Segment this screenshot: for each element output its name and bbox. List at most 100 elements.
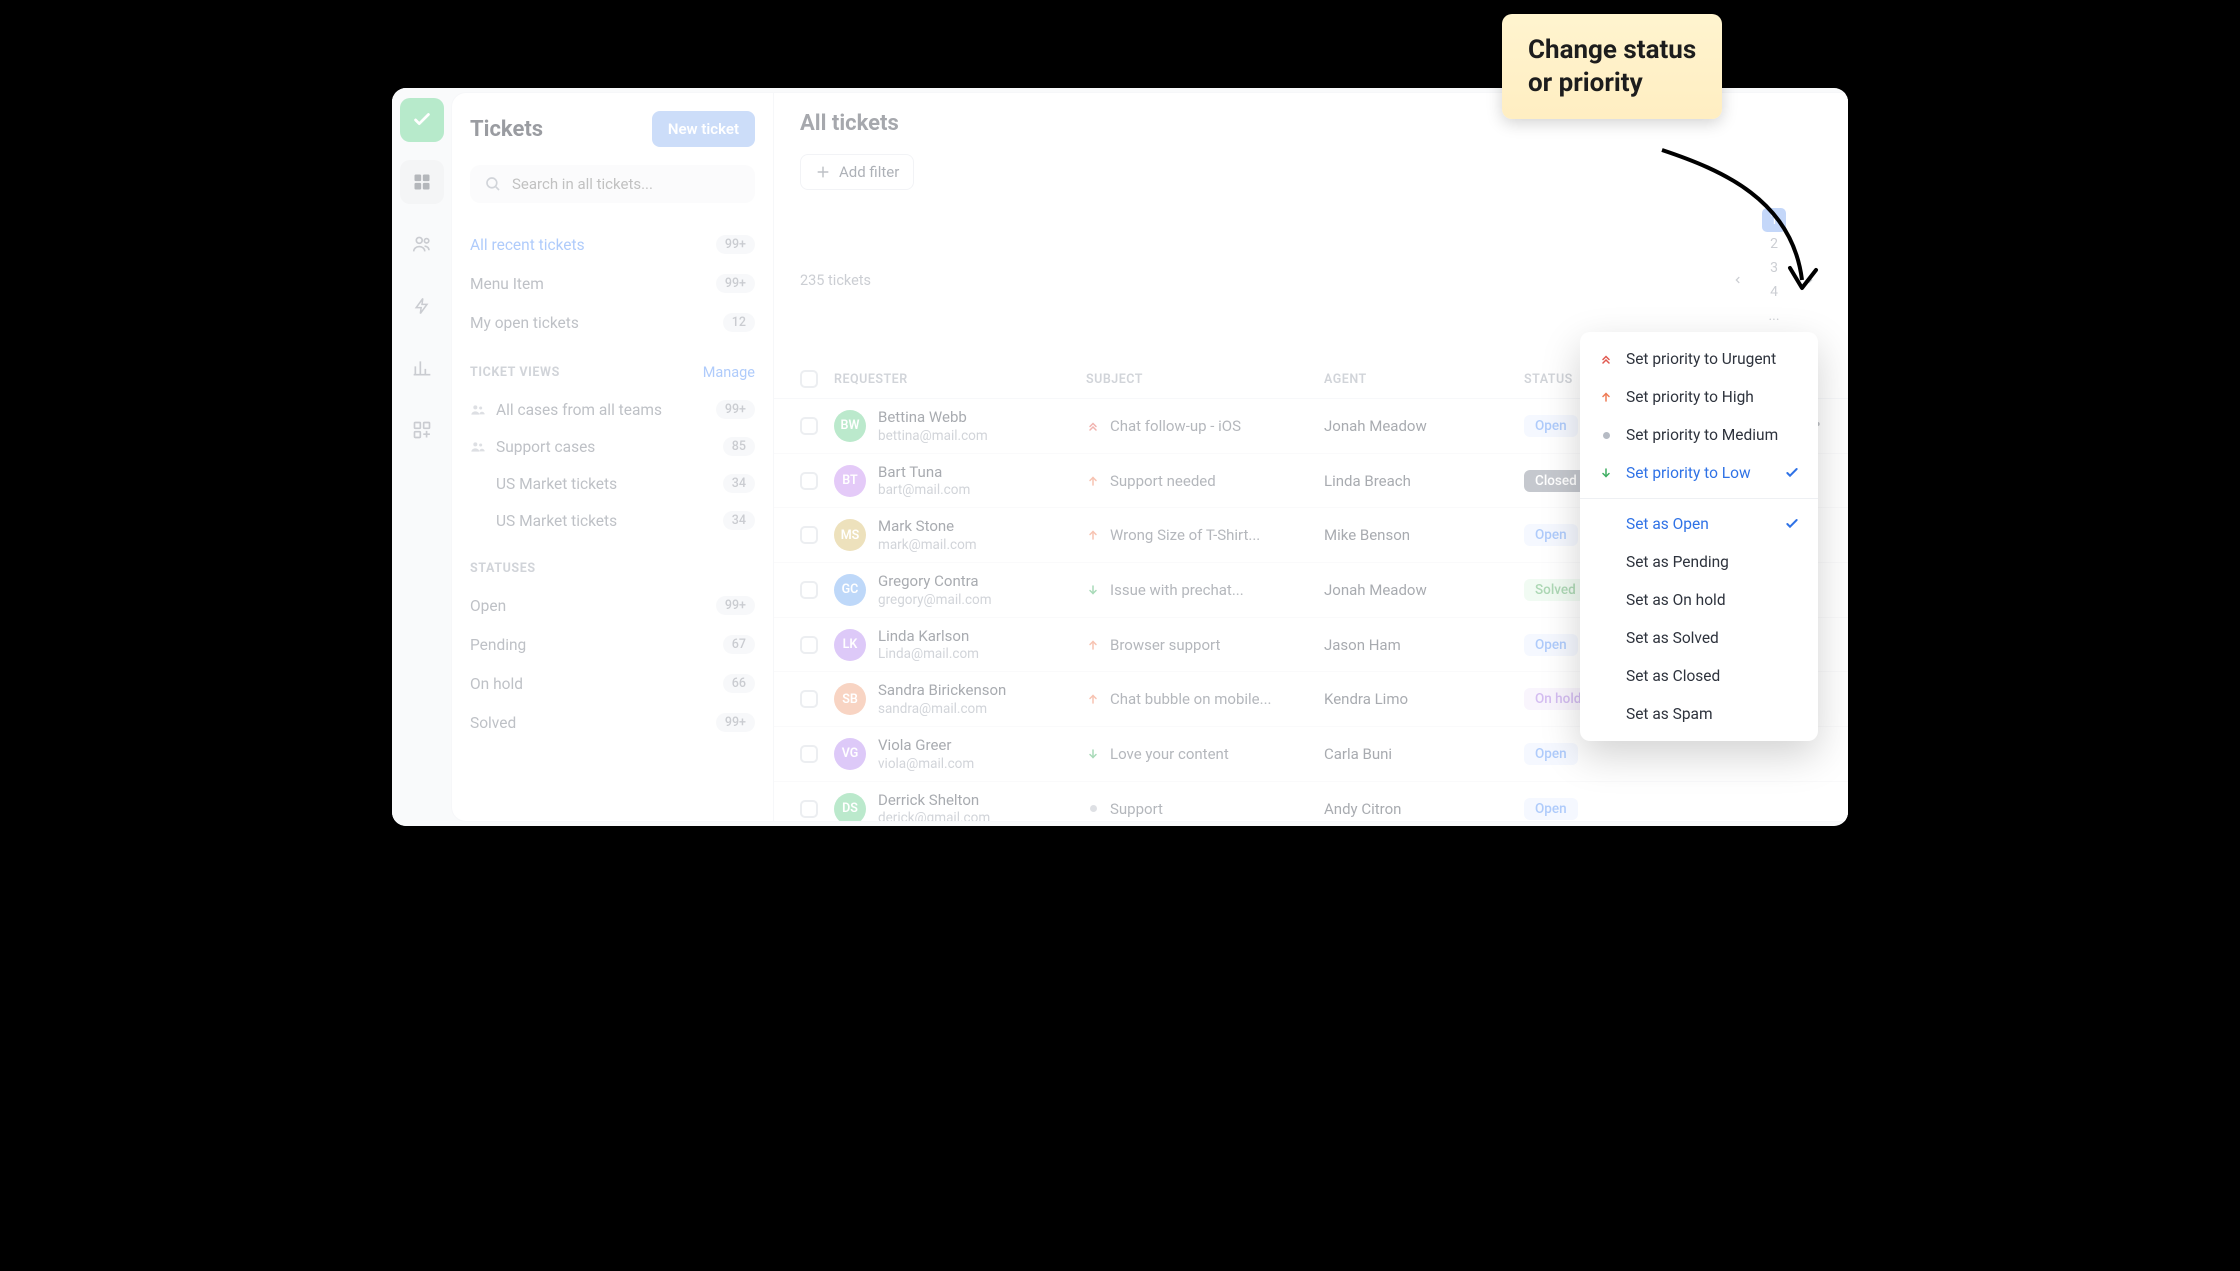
sidebar-status-item[interactable]: Open99+: [470, 586, 755, 625]
sidebar-status-item[interactable]: On hold66: [470, 664, 755, 703]
sidebar-status-item[interactable]: Pending67: [470, 625, 755, 664]
row-checkbox[interactable]: [800, 581, 818, 599]
avatar: LK: [834, 629, 866, 661]
menu-item-status[interactable]: Set as Spam: [1580, 695, 1818, 733]
select-all-checkbox[interactable]: [800, 370, 818, 388]
sidebar-nav-item[interactable]: My open tickets12: [470, 303, 755, 342]
team-icon: [470, 402, 486, 418]
count-badge: 85: [723, 437, 755, 456]
search-icon: [484, 175, 502, 193]
callout-arrow-icon: [1642, 140, 1832, 310]
agent-name: Jonah Meadow: [1324, 581, 1524, 599]
requester-email: mark@mail.com: [878, 537, 977, 553]
row-checkbox[interactable]: [800, 636, 818, 654]
header-requester[interactable]: REQUESTER: [834, 372, 1086, 387]
row-checkbox[interactable]: [800, 526, 818, 544]
rail-item-automations[interactable]: [400, 284, 444, 328]
requester-name: Sandra Birickenson: [878, 681, 1006, 701]
new-ticket-button[interactable]: New ticket: [652, 111, 755, 147]
menu-item-status[interactable]: Set as Closed: [1580, 657, 1818, 695]
header-subject[interactable]: SUBJECT: [1086, 372, 1324, 387]
add-filter-button[interactable]: Add filter: [800, 154, 914, 190]
sidebar-nav-item[interactable]: Menu Item99+: [470, 264, 755, 303]
ticket-count: 235 tickets: [800, 272, 871, 289]
row-checkbox[interactable]: [800, 472, 818, 490]
row-checkbox[interactable]: [800, 800, 818, 818]
views-section-title: TICKET VIEWS: [470, 365, 560, 380]
sidebar-view-item[interactable]: Support cases85: [470, 428, 755, 465]
menu-item-priority[interactable]: Set priority to Urugent: [1580, 340, 1818, 378]
menu-item-priority[interactable]: Set priority to High: [1580, 378, 1818, 416]
row-checkbox[interactable]: [800, 745, 818, 763]
rail-item-reports[interactable]: [400, 346, 444, 390]
priority-icon: [1598, 390, 1614, 404]
rail-item-dashboard[interactable]: [400, 160, 444, 204]
search-input[interactable]: [512, 175, 741, 193]
sidebar-status-item[interactable]: Solved99+: [470, 703, 755, 742]
rail-item-apps[interactable]: [400, 408, 444, 452]
rail-item-people[interactable]: [400, 222, 444, 266]
ticket-subject: Wrong Size of T-Shirt...: [1110, 526, 1260, 544]
count-badge: 99+: [716, 713, 755, 732]
menu-item-status[interactable]: Set as Solved: [1580, 619, 1818, 657]
menu-item-status[interactable]: Set as Open: [1580, 505, 1818, 543]
sidebar-view-item[interactable]: US Market tickets34: [470, 465, 755, 502]
requester-name: Viola Greer: [878, 736, 974, 756]
agent-name: Jason Ham: [1324, 636, 1524, 654]
sidebar-nav-item[interactable]: All recent tickets99+: [470, 225, 755, 264]
priority-icon: [1086, 419, 1100, 433]
check-icon: [1784, 516, 1800, 532]
menu-item-status[interactable]: Set as On hold: [1580, 581, 1818, 619]
requester-name: Gregory Contra: [878, 572, 992, 592]
ticket-row[interactable]: DS Derrick Shelton derick@gmail.com Supp…: [774, 782, 1848, 821]
requester-email: bart@mail.com: [878, 482, 970, 498]
requester-name: Mark Stone: [878, 517, 977, 537]
ticket-subject: Support needed: [1110, 472, 1216, 490]
manage-views-link[interactable]: Manage: [703, 364, 755, 381]
menu-item-status[interactable]: Set as Pending: [1580, 543, 1818, 581]
avatar: SB: [834, 683, 866, 715]
search-box[interactable]: [470, 165, 755, 203]
priority-icon: [1086, 747, 1100, 761]
count-badge: 66: [723, 674, 755, 693]
sidebar-view-item[interactable]: US Market tickets34: [470, 502, 755, 539]
count-badge: 34: [723, 511, 755, 530]
callout-tooltip: Change status or priority: [1502, 14, 1722, 119]
count-badge: 99+: [716, 235, 755, 254]
statuses-section-title: STATUSES: [470, 561, 536, 576]
ticket-subject: Issue with prechat...: [1110, 581, 1244, 599]
priority-icon: [1086, 474, 1100, 488]
status-badge: Open: [1524, 415, 1578, 437]
header-agent[interactable]: AGENT: [1324, 372, 1524, 387]
menu-item-priority[interactable]: Set priority to Low: [1580, 454, 1818, 492]
menu-item-priority[interactable]: Set priority to Medium: [1580, 416, 1818, 454]
status-badge: Open: [1524, 524, 1578, 546]
requester-name: Derrick Shelton: [878, 791, 990, 811]
requester-email: derick@gmail.com: [878, 810, 990, 821]
count-badge: 99+: [716, 596, 755, 615]
agent-name: Mike Benson: [1324, 526, 1524, 544]
status-badge: Open: [1524, 634, 1578, 656]
status-badge: Solved: [1524, 579, 1587, 601]
avatar: VG: [834, 738, 866, 770]
requester-email: gregory@mail.com: [878, 592, 992, 608]
avatar: DS: [834, 793, 866, 821]
requester-name: Linda Karlson: [878, 627, 979, 647]
ticket-subject: Chat follow-up - iOS: [1110, 417, 1241, 435]
sidebar-title: Tickets: [470, 117, 543, 142]
tickets-sidebar: Tickets New ticket All recent tickets99+…: [452, 93, 774, 821]
status-badge: Open: [1524, 743, 1578, 765]
row-checkbox[interactable]: [800, 690, 818, 708]
count-badge: 67: [723, 635, 755, 654]
plus-icon: [815, 164, 831, 180]
requester-email: viola@mail.com: [878, 756, 974, 772]
count-badge: 34: [723, 474, 755, 493]
row-checkbox[interactable]: [800, 417, 818, 435]
requester-name: Bart Tuna: [878, 463, 970, 483]
status-badge: Closed: [1524, 470, 1588, 492]
agent-name: Kendra Limo: [1324, 690, 1524, 708]
agent-name: Andy Citron: [1324, 800, 1524, 818]
app-logo-icon[interactable]: [400, 98, 444, 142]
avatar: BW: [834, 410, 866, 442]
sidebar-view-item[interactable]: All cases from all teams99+: [470, 391, 755, 428]
